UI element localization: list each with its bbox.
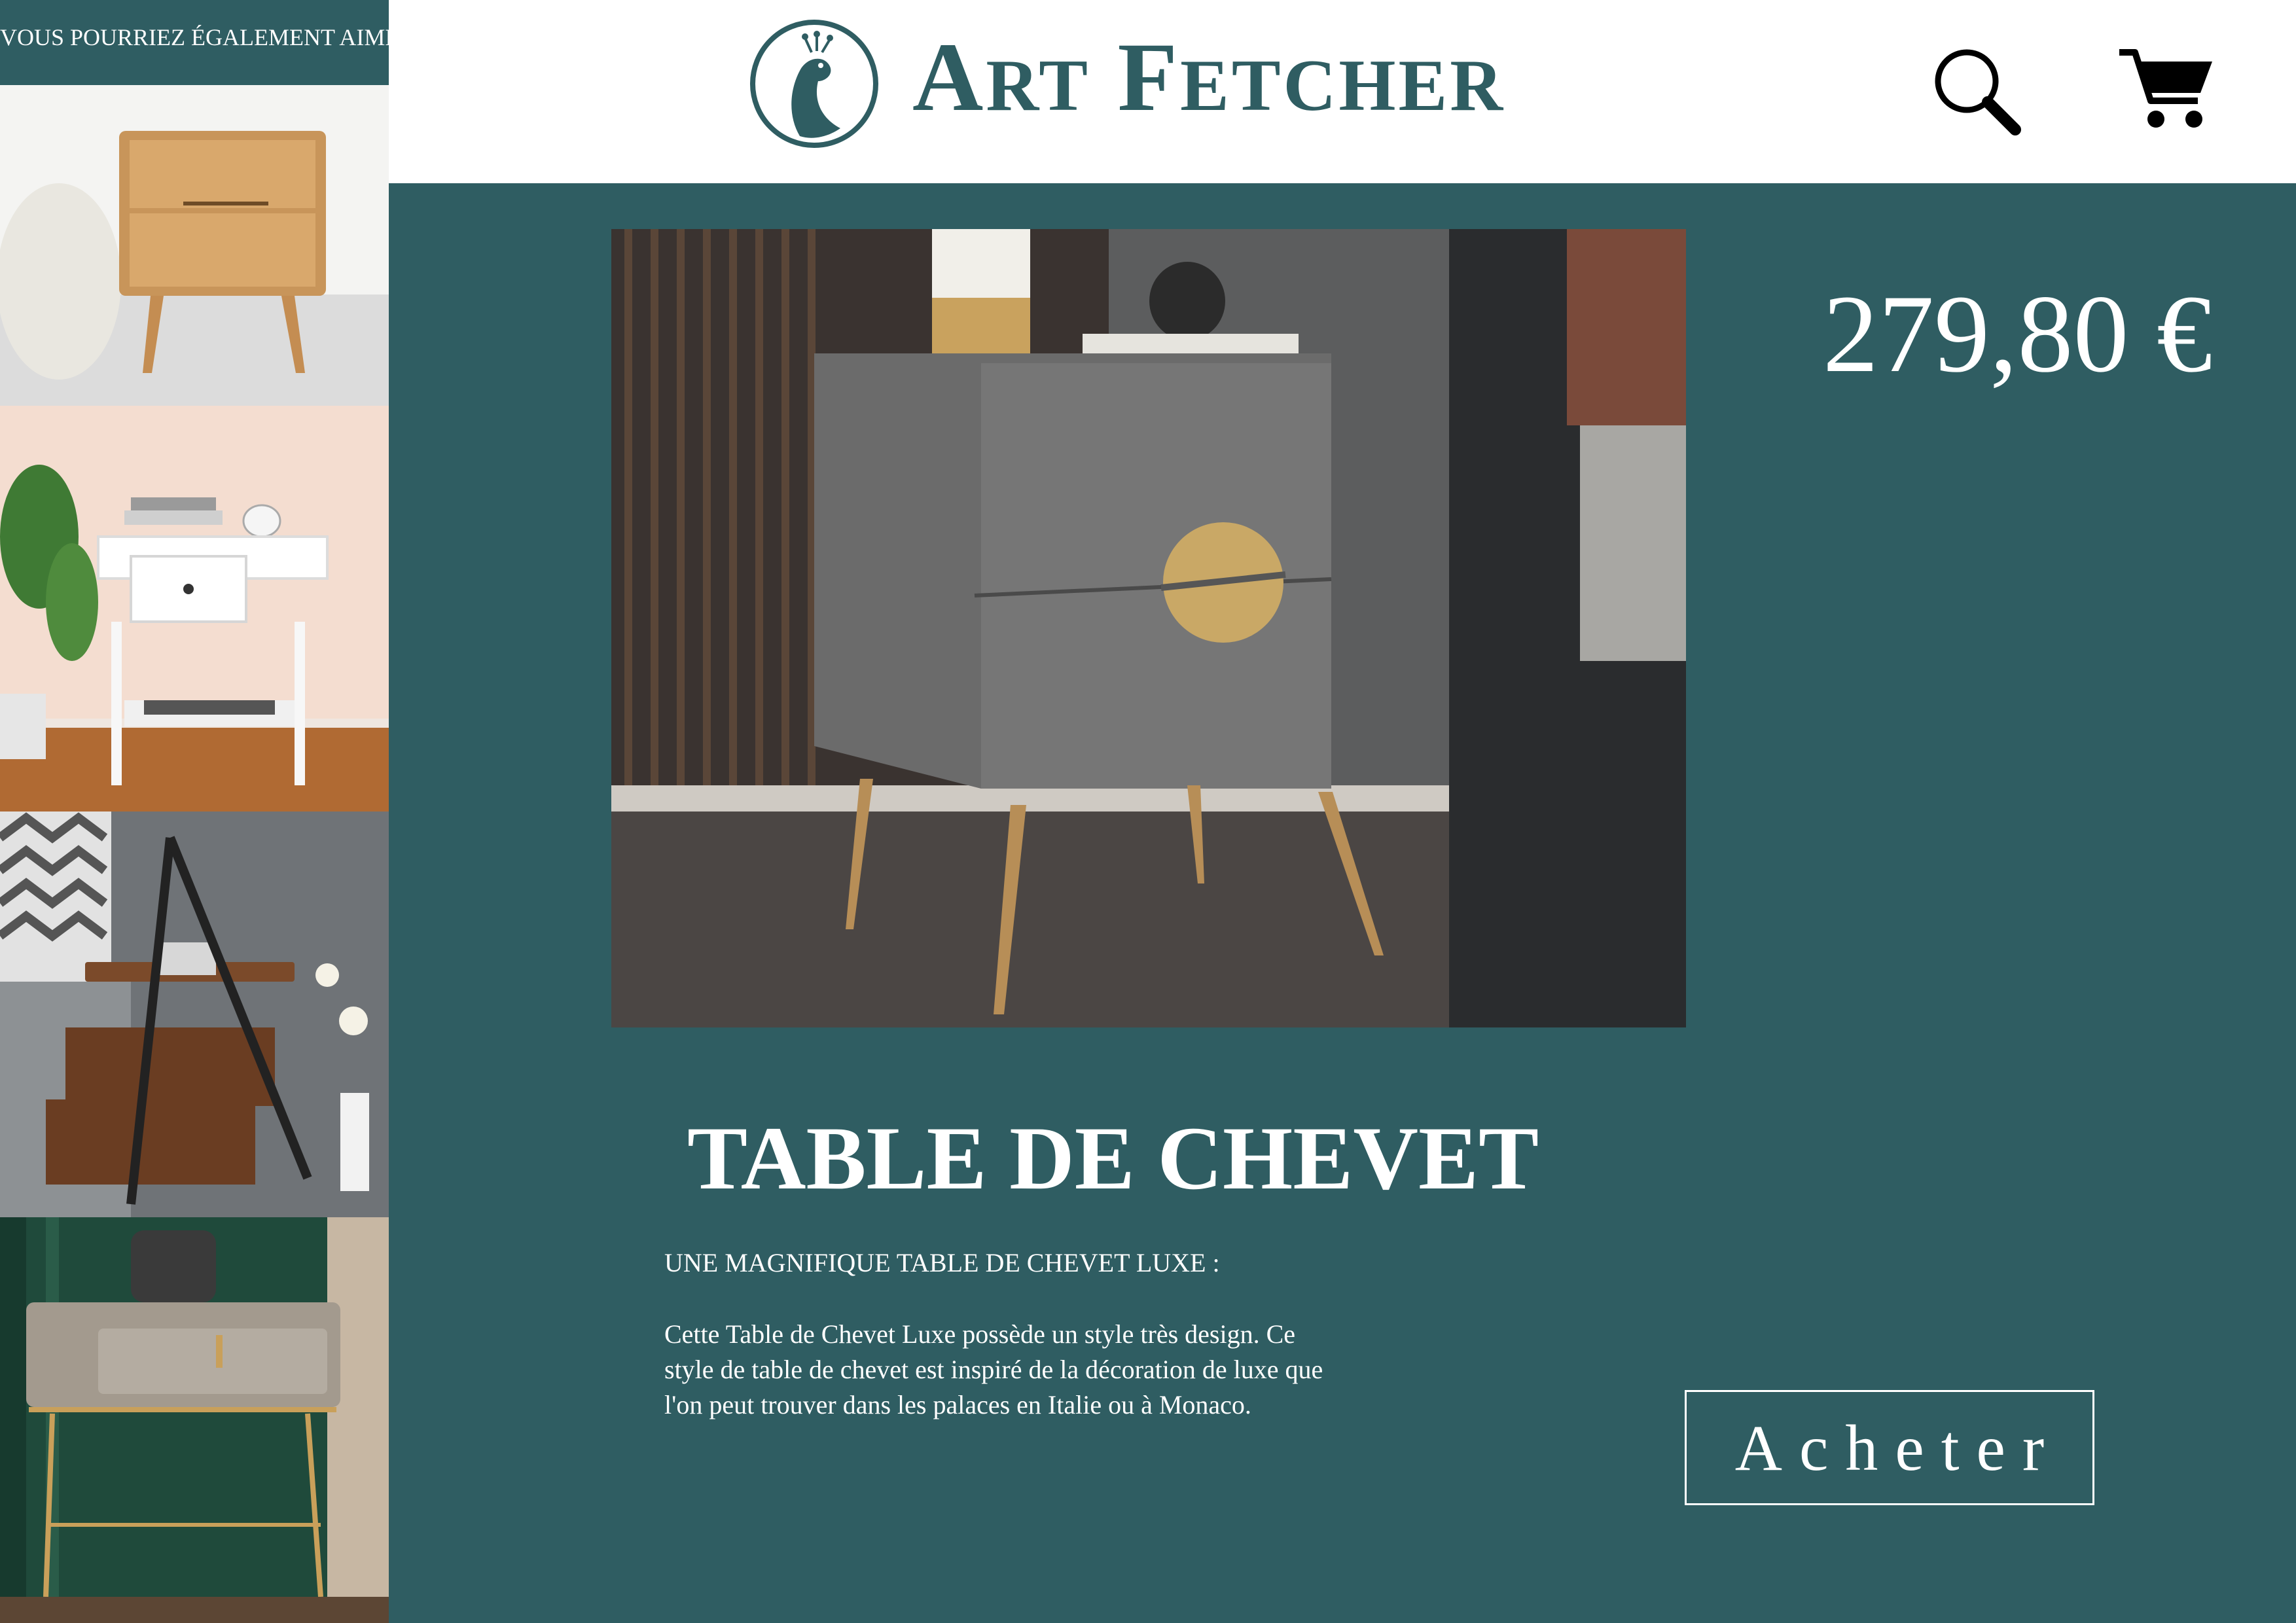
product-description: Cette Table de Chevet Luxe possède un st… — [664, 1317, 1450, 1423]
product-title: TABLE DE CHEVET — [687, 1108, 1539, 1208]
brand-name[interactable]: ART FETCHER — [912, 25, 1505, 130]
walnut-rolling-nightstand-image — [0, 812, 389, 1217]
white-nightstand-image — [0, 406, 389, 812]
buy-button[interactable]: Acheter — [1685, 1390, 2094, 1505]
sidebar-title: VOUS POURRIEZ ÉGALEMENT AIMER — [0, 0, 415, 85]
product-subtitle: UNE MAGNIFIQUE TABLE DE CHEVET LUXE : — [664, 1248, 1220, 1277]
brand-first-initial: A — [912, 23, 986, 132]
oak-nightstand-image — [0, 85, 389, 406]
related-product-oak-nightstand[interactable] — [0, 85, 389, 406]
search-icon[interactable] — [1930, 45, 2022, 136]
related-product-white-nightstand[interactable] — [0, 406, 389, 812]
cart-icon[interactable] — [2117, 46, 2215, 131]
related-product-walnut-rolling-nightstand[interactable] — [0, 812, 389, 1217]
description-line: l'on peut trouver dans les palaces en It… — [664, 1390, 1251, 1419]
velvet-nightstand-image — [0, 1217, 389, 1623]
grey-nightstand-gold-handle-image — [611, 229, 1686, 1027]
related-product-velvet-nightstand[interactable] — [0, 1217, 389, 1623]
brand-second-rest: ETCHER — [1180, 45, 1506, 126]
description-line: style de table de chevet est inspiré de … — [664, 1355, 1323, 1384]
peacock-emblem-icon[interactable] — [749, 18, 880, 149]
product-image — [611, 229, 1686, 1027]
site-header: ART FETCHER — [389, 0, 2296, 183]
product-price: 279,80 € — [1823, 272, 2212, 395]
brand-first-rest: RT — [986, 45, 1090, 126]
brand-second-initial: F — [1117, 23, 1181, 132]
related-products-sidebar: VOUS POURRIEZ ÉGALEMENT AIMER — [0, 0, 415, 1623]
description-line: Cette Table de Chevet Luxe possède un st… — [664, 1319, 1296, 1349]
